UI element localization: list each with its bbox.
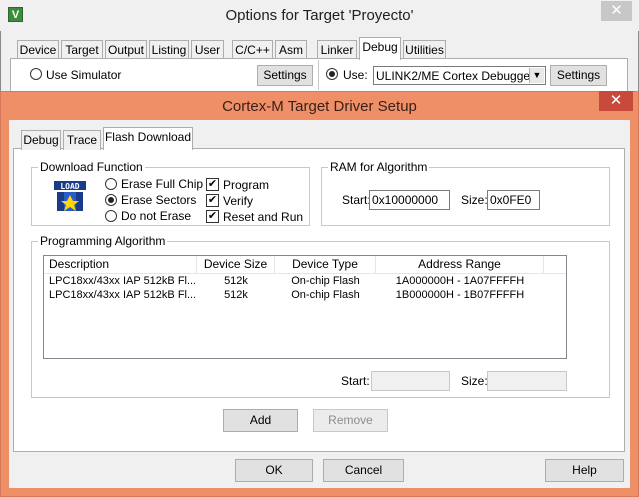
table-row[interactable]: LPC18xx/43xx IAP 512kB Fl... 512k On-chi… bbox=[44, 289, 566, 303]
algorithm-start-label: Start: bbox=[341, 374, 370, 388]
ok-button[interactable]: OK bbox=[235, 459, 313, 482]
panel-divider bbox=[318, 60, 319, 90]
driver-title-bar[interactable]: Cortex-M Target Driver Setup bbox=[0, 91, 639, 120]
erase-sectors-label: Erase Sectors bbox=[121, 193, 197, 207]
ram-start-label: Start: bbox=[342, 193, 371, 207]
use-debugger-radio[interactable] bbox=[326, 68, 338, 80]
column-address-range[interactable]: Address Range bbox=[376, 256, 544, 274]
column-device-type[interactable]: Device Type bbox=[275, 256, 376, 274]
row-address-range: 1B000000H - 1B07FFFFH bbox=[395, 289, 525, 301]
row-device-size: 512k bbox=[224, 289, 248, 301]
do-not-erase-radio[interactable] bbox=[105, 210, 117, 222]
inner-tab-flash-download[interactable]: Flash Download bbox=[103, 127, 193, 150]
reset-and-run-label: Reset and Run bbox=[223, 210, 304, 224]
download-function-label: Download Function bbox=[38, 160, 145, 174]
tab-target[interactable]: Target bbox=[61, 40, 103, 60]
row-address-range: 1A000000H - 1A07FFFFH bbox=[395, 275, 525, 287]
programming-algorithm-label: Programming Algorithm bbox=[38, 234, 168, 248]
help-button[interactable]: Help bbox=[545, 459, 624, 482]
tab-linker[interactable]: Linker bbox=[317, 40, 357, 60]
ram-size-input[interactable]: 0x0FE0 bbox=[487, 190, 540, 210]
tab-asm[interactable]: Asm bbox=[275, 40, 307, 60]
debugger-select-value: ULINK2/ME Cortex Debugger bbox=[376, 69, 535, 83]
driver-dialog-title: Cortex-M Target Driver Setup bbox=[222, 98, 417, 115]
load-icon-text: LOAD bbox=[60, 182, 79, 191]
tab-c-cpp[interactable]: C/C++ bbox=[232, 40, 273, 60]
column-filler bbox=[544, 256, 566, 274]
erase-full-chip-radio[interactable] bbox=[105, 178, 117, 190]
program-label: Program bbox=[223, 178, 270, 192]
ram-start-input[interactable]: 0x10000000 bbox=[369, 190, 450, 210]
column-device-size[interactable]: Device Size bbox=[197, 256, 275, 274]
row-device-type: On-chip Flash bbox=[291, 289, 360, 301]
use-simulator-radio[interactable] bbox=[30, 68, 42, 80]
algorithm-size-input[interactable] bbox=[487, 371, 567, 391]
erase-full-chip-label: Erase Full Chip bbox=[121, 177, 204, 191]
tab-user[interactable]: User bbox=[191, 40, 224, 60]
tab-listing[interactable]: Listing bbox=[149, 40, 189, 60]
do-not-erase-label: Do not Erase bbox=[121, 209, 192, 223]
reset-and-run-checkbox[interactable]: ✔ bbox=[206, 210, 219, 223]
erase-sectors-radio[interactable] bbox=[105, 194, 117, 206]
driver-close-icon[interactable]: ✕ bbox=[599, 91, 633, 111]
inner-tab-debug[interactable]: Debug bbox=[21, 130, 61, 150]
use-simulator-label: Use Simulator bbox=[46, 68, 122, 82]
cancel-button[interactable]: Cancel bbox=[323, 459, 404, 482]
row-description: LPC18xx/43xx IAP 512kB Fl... bbox=[49, 275, 195, 287]
row-description: LPC18xx/43xx IAP 512kB Fl... bbox=[49, 289, 195, 301]
algorithm-size-label: Size: bbox=[461, 374, 488, 388]
use-label: Use: bbox=[343, 68, 368, 82]
remove-button[interactable]: Remove bbox=[313, 409, 388, 432]
tab-device[interactable]: Device bbox=[17, 40, 59, 60]
ram-for-algorithm-label: RAM for Algorithm bbox=[328, 160, 430, 174]
inner-tab-trace[interactable]: Trace bbox=[63, 130, 101, 150]
row-device-size: 512k bbox=[224, 275, 248, 287]
algorithm-list[interactable]: Description Device Size Device Type Addr… bbox=[43, 255, 567, 359]
program-checkbox[interactable]: ✔ bbox=[206, 178, 219, 191]
debugger-select[interactable]: ULINK2/ME Cortex Debugger ▼ bbox=[373, 66, 546, 85]
settings-left-button[interactable]: Settings bbox=[257, 65, 313, 86]
column-description[interactable]: Description bbox=[44, 256, 197, 274]
row-device-type: On-chip Flash bbox=[291, 275, 360, 287]
options-window-title: Options for Target 'Proyecto' bbox=[225, 7, 414, 24]
add-button[interactable]: Add bbox=[223, 409, 298, 432]
options-title-bar[interactable]: V Options for Target 'Proyecto' bbox=[0, 0, 639, 31]
chevron-down-icon[interactable]: ▼ bbox=[529, 68, 544, 83]
verify-label: Verify bbox=[223, 194, 254, 208]
tab-utilities[interactable]: Utilities bbox=[403, 40, 446, 60]
options-close-icon[interactable]: ✕ bbox=[601, 1, 632, 21]
table-row[interactable]: LPC18xx/43xx IAP 512kB Fl... 512k On-chi… bbox=[44, 275, 566, 289]
tab-debug[interactable]: Debug bbox=[359, 37, 401, 60]
settings-right-button[interactable]: Settings bbox=[550, 65, 607, 86]
algorithm-start-input[interactable] bbox=[371, 371, 450, 391]
tab-output[interactable]: Output bbox=[105, 40, 147, 60]
load-icon: LOAD bbox=[54, 181, 86, 213]
ram-size-label: Size: bbox=[461, 193, 488, 207]
verify-checkbox[interactable]: ✔ bbox=[206, 194, 219, 207]
